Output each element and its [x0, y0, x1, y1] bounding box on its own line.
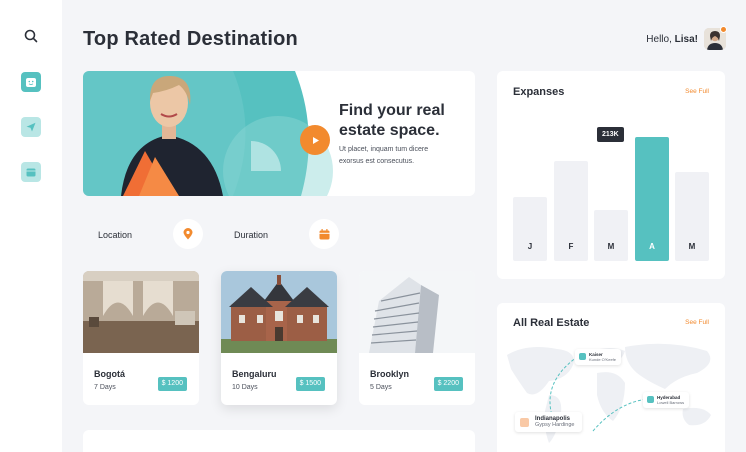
destination-name: Bogotá	[94, 369, 125, 379]
bottom-card	[83, 430, 475, 452]
destination-price[interactable]: $ 1200	[157, 377, 187, 391]
sidebar	[0, 0, 62, 452]
chart-x-label: J	[527, 242, 533, 251]
play-icon	[312, 136, 319, 144]
user-name: Lisa!	[674, 34, 698, 45]
page-title: Top Rated Destination	[83, 28, 298, 50]
pin-icon	[647, 396, 654, 403]
expanses-title: Expanses	[513, 86, 565, 98]
destination-card-bogota[interactable]: Bogotá 7 Days $ 1200	[83, 271, 199, 405]
play-button[interactable]	[300, 125, 330, 155]
map-pin-hyderabad[interactable]: Hyderabad Lowell Barrows	[643, 392, 690, 408]
search-icon[interactable]	[21, 26, 41, 46]
calendar-icon	[319, 228, 329, 239]
destination-days: 7 Days	[94, 384, 116, 391]
destination-image	[221, 271, 337, 353]
chart-tooltip: 213K	[597, 127, 624, 142]
greeting: Hello, Lisa!	[646, 34, 698, 45]
destination-image	[83, 271, 199, 353]
hero-banner: Find your real estate space. Ut placet, …	[83, 71, 475, 196]
destination-days: 10 Days	[232, 384, 258, 391]
destination-price[interactable]: $ 1500	[295, 377, 325, 391]
duration-button[interactable]	[309, 219, 339, 249]
chart-x-label: M	[607, 242, 615, 251]
chart-x-label: M	[688, 242, 696, 251]
expanses-chart: J F M A 213K M	[513, 111, 709, 261]
location-pin-icon	[183, 228, 193, 240]
destination-days: 5 Days	[370, 384, 392, 391]
chart-bar[interactable]	[594, 210, 628, 261]
pin-sub: Lowell Barrows	[657, 400, 685, 405]
destination-image	[359, 271, 475, 353]
destination-name: Bengaluru	[232, 369, 277, 379]
location-label: Location	[98, 230, 133, 240]
building-icon	[520, 418, 529, 427]
send-icon[interactable]	[21, 117, 41, 137]
hero-subtitle: Ut placet, inquam tum dicere exorsus est…	[339, 146, 429, 165]
pin-icon	[579, 353, 586, 360]
smile-icon[interactable]	[21, 72, 41, 92]
chart-x-label: F	[568, 242, 574, 251]
notification-dot	[720, 26, 727, 33]
destination-card-brooklyn[interactable]: Brooklyn 5 Days $ 2200	[359, 271, 475, 405]
greeting-text: Hello,	[646, 34, 672, 45]
expanses-see-full-link[interactable]: See Full	[685, 88, 709, 95]
destination-price[interactable]: $ 2200	[433, 377, 463, 391]
destination-name: Brooklyn	[370, 369, 410, 379]
hero-title: Find your real estate space.	[339, 102, 445, 139]
location-button[interactable]	[173, 219, 203, 249]
pin-sub: Kunde O'Keefe	[589, 357, 617, 362]
real-estate-panel: All Real Estate See Full Kaiser Kunde O'…	[497, 303, 725, 452]
expanses-panel: Expanses See Full J F M A 213K M	[497, 71, 725, 279]
destination-card-bengaluru[interactable]: Bengaluru 10 Days $ 1500	[221, 271, 337, 405]
map-pin-kaiser[interactable]: Kaiser Kunde O'Keefe	[575, 349, 622, 365]
duration-label: Duration	[234, 230, 269, 240]
calendar-icon[interactable]	[21, 162, 41, 182]
chart-x-label: A	[649, 242, 655, 251]
pin-sub: Gypsy Hardinge	[535, 422, 575, 428]
map-pin-indianapolis[interactable]: Indianapolis Gypsy Hardinge	[515, 412, 583, 432]
chart-bar[interactable]	[513, 197, 547, 261]
